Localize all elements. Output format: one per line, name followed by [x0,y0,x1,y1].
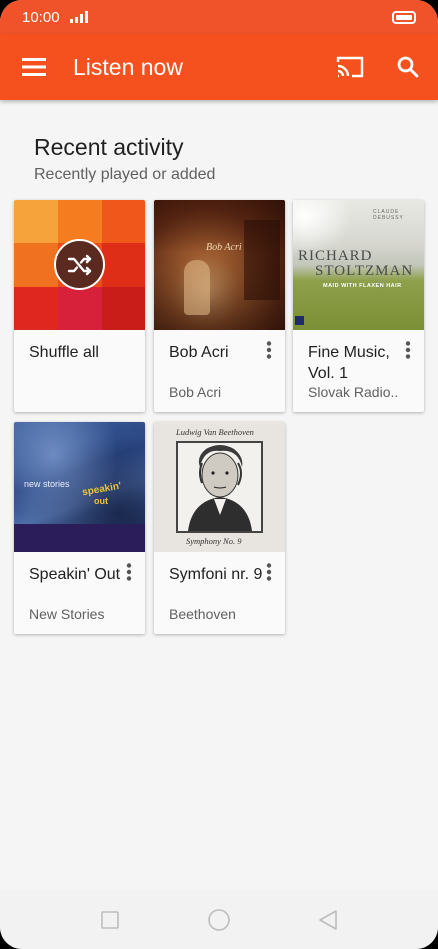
battery-icon [392,10,416,24]
card-subtitle: Slovak Radio.. [308,384,399,400]
more-vert-icon[interactable] [259,560,279,584]
album-card-symfoni-9[interactable]: Ludwig Van Beethoven Symphony No. 9 Symf… [154,422,285,634]
search-icon[interactable] [388,47,428,87]
more-vert-icon[interactable] [398,338,418,362]
album-art-subtitle: MAID WITH FLAXEN HAIR [323,283,402,289]
card-subtitle: New Stories [29,606,105,622]
album-art-line3: out [94,496,108,506]
cast-icon[interactable] [330,47,370,87]
shuffle-all-card[interactable]: Shuffle all [14,200,145,412]
card-title: Fine Music, Vol. 1 [308,344,390,382]
card-title: Bob Acri [169,344,229,361]
section-subtitle: Recently played or added [34,166,216,183]
card-title: Shuffle all [29,344,99,361]
system-nav-bar [0,890,438,949]
album-art-bob-acri: Bob Acri [154,200,285,330]
album-art-speakin-out: new stories speakin' out [14,422,145,552]
more-vert-icon[interactable] [119,560,139,584]
nav-recents-icon[interactable] [97,907,123,933]
page-title: Listen now [73,54,183,80]
album-art-top-text: CLAUDE DEBUSSY [373,209,404,221]
card-subtitle: Beethoven [169,606,236,622]
shuffle-art [14,200,145,330]
card-title: Symfoni nr. 9 [169,566,263,583]
album-card-speakin-out[interactable]: new stories speakin' out Speakin' Out Ne… [14,422,145,634]
nav-back-icon[interactable] [315,907,341,933]
section-title: Recent activity [34,134,184,160]
main-content: Recent activity Recently played or added [0,100,438,890]
card-subtitle: Bob Acri [169,384,222,400]
album-card-fine-music[interactable]: CLAUDE DEBUSSY RICHARD STOLTZMAN MAID WI… [293,200,424,412]
nav-home-icon[interactable] [206,907,232,933]
shuffle-icon[interactable] [54,239,105,290]
album-art-text: Bob Acri [206,242,242,253]
menu-icon[interactable] [14,47,54,87]
album-art-symfoni-9: Ludwig Van Beethoven Symphony No. 9 [154,422,285,552]
album-art-top-text: Ludwig Van Beethoven [176,427,254,437]
album-art-bottom-text: Symphony No. 9 [186,536,242,546]
card-title: Speakin' Out [29,566,121,583]
album-art-name2: STOLTZMAN [315,263,414,279]
status-bar: 10:00 [0,0,438,34]
status-time: 10:00 [22,8,60,26]
app-bar: Listen now [0,34,438,100]
album-card-bob-acri[interactable]: Bob Acri Bob Acri Bob Acri [154,200,285,412]
signal-icon [69,11,88,23]
album-art-line1: new stories [24,479,70,489]
phone-screen: 10:00 Listen now Recent activity Recentl… [0,0,438,949]
more-vert-icon[interactable] [259,338,279,362]
album-art-fine-music: CLAUDE DEBUSSY RICHARD STOLTZMAN MAID WI… [293,200,424,330]
